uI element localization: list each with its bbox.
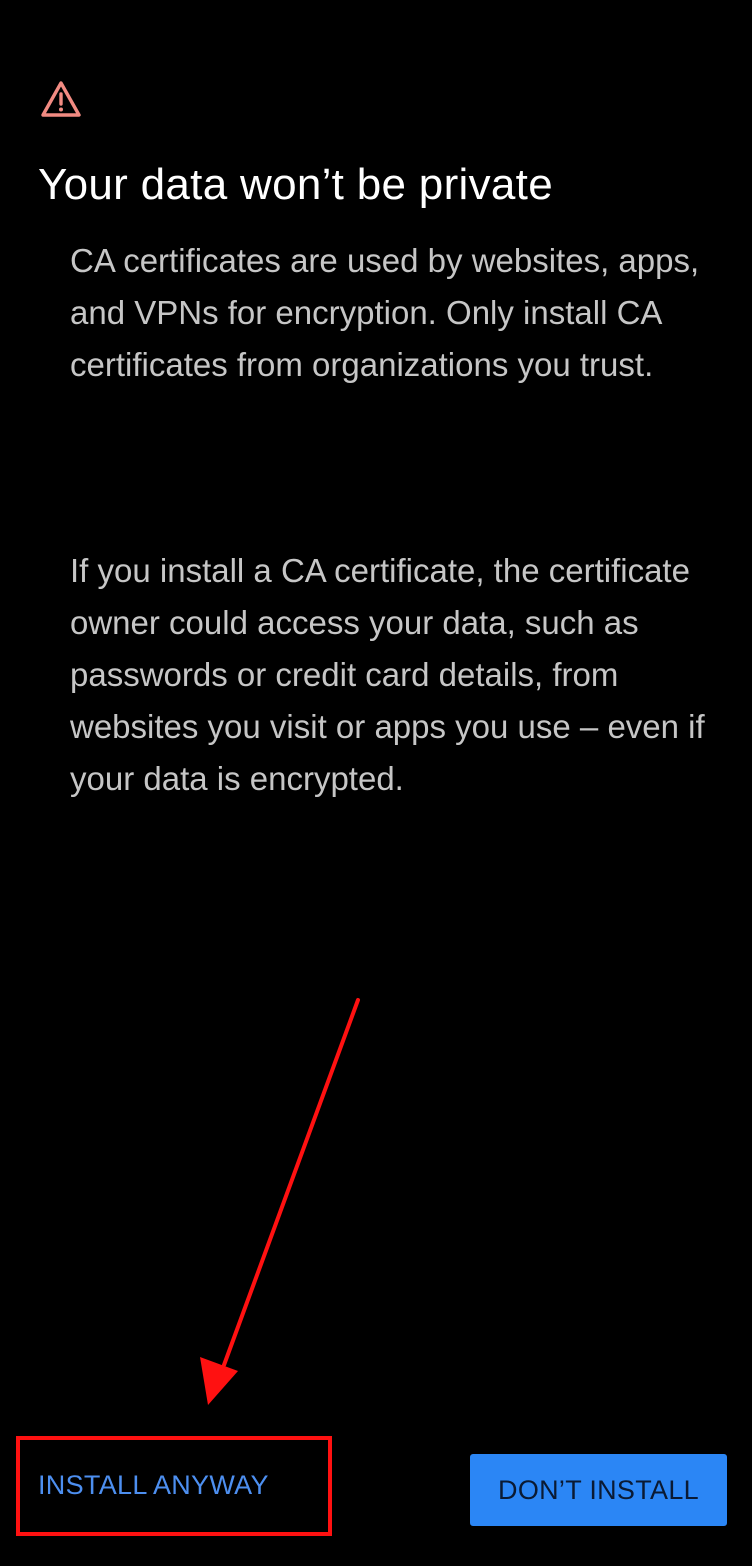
dialog-message-paragraph-2: If you install a CA certificate, the cer… — [70, 552, 705, 797]
dialog-title: Your data won’t be private — [38, 160, 553, 209]
warning-triangle-icon — [41, 81, 81, 117]
install-anyway-button[interactable]: INSTALL ANYWAY — [16, 1436, 326, 1534]
dialog-message-paragraph-1: CA certificates are used by websites, ap… — [70, 242, 700, 383]
dont-install-button[interactable]: DON’T INSTALL — [470, 1454, 727, 1526]
